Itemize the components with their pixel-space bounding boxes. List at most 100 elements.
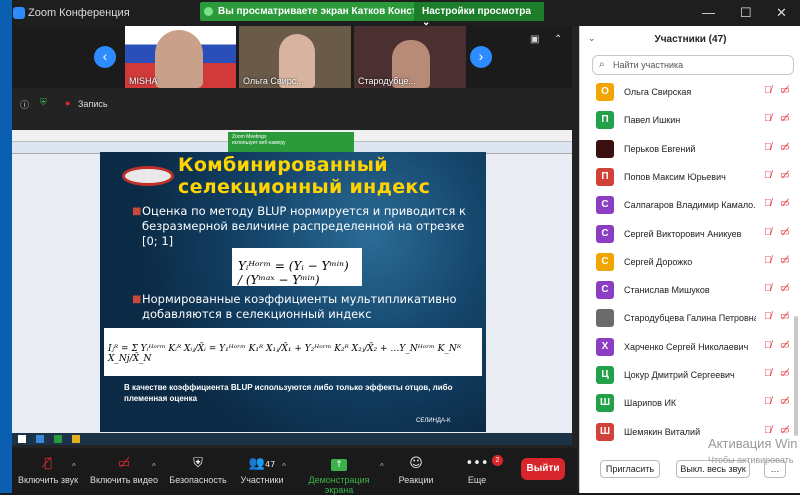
mic-muted-icon[interactable]: 🎙̸ (764, 198, 772, 209)
participant-search-input[interactable]: ⌕ Найти участника (592, 55, 794, 75)
search-placeholder: Найти участника (613, 60, 684, 70)
next-page-button[interactable]: › (470, 46, 492, 68)
participant-row[interactable]: С Сергей Викторович Аникуев 🎙̸ ▭̸ (596, 224, 796, 246)
slide-footer: СЕЛИНДА-К (416, 418, 451, 424)
scrollbar[interactable] (794, 316, 798, 436)
video-off-icon[interactable]: ▭̸ (780, 283, 789, 294)
video-off-icon[interactable]: ▭̸ (780, 368, 789, 379)
shield-icon: ⛨ (193, 456, 203, 471)
video-off-icon[interactable]: ▭̸ (780, 425, 789, 436)
participant-row[interactable]: Перьков Евгений 🎙̸ ▭̸ (596, 139, 796, 161)
invite-button[interactable]: Пригласить (600, 460, 660, 478)
participants-button[interactable]: 👥47 Участники (236, 456, 288, 485)
mic-muted-icon[interactable]: 🎙̸ (764, 396, 772, 407)
avatar: Ц (596, 366, 614, 384)
participant-name: Салпагаров Владимир Камало... (624, 200, 756, 211)
share-caret[interactable]: ^ (380, 462, 384, 471)
participant-row[interactable]: Ш Шарипов ИК 🎙̸ ▭̸ (596, 393, 796, 415)
avatar: С (596, 196, 614, 215)
mic-muted-icon[interactable]: 🎙̸ (764, 142, 772, 153)
participant-row[interactable]: С Станислав Мишуков 🎙̸ ▭̸ (596, 280, 796, 302)
maximize-button[interactable]: ☐ (740, 5, 752, 21)
participant-name: Стародубцева Галина Петровна (624, 313, 756, 324)
avatar: С (596, 252, 614, 271)
participant-row[interactable]: Х Харченко Сергей Николаевич 🎙̸ ▭̸ (596, 337, 796, 359)
video-off-icon[interactable]: ▭̸ (780, 113, 789, 124)
video-options-caret[interactable]: ^ (152, 462, 156, 471)
participant-name: Перьков Евгений (624, 143, 696, 154)
share-screen-button[interactable]: ↑ Демонстрация экрана (294, 456, 384, 495)
start-video-button[interactable]: ▭̸ Включить видео (88, 456, 160, 485)
chrome-icon (72, 435, 80, 443)
slide-bullet-1: ■ Оценка по методу BLUP нормируется и при… (132, 204, 466, 248)
minimize-button[interactable]: — (702, 5, 715, 20)
avatar: Ш (596, 422, 614, 441)
mic-muted-icon[interactable]: 🎙̸ (764, 227, 772, 238)
excel-icon (54, 435, 62, 443)
video-tile-starodub[interactable]: Стародубце... (354, 26, 466, 88)
more-button[interactable]: ••• Еще (460, 456, 494, 485)
video-off-icon[interactable]: ▭̸ (780, 170, 789, 181)
popup-line2: использует веб-камеру (232, 140, 286, 146)
avatar: О (596, 83, 614, 101)
participant-name: Харченко Сергей Николаевич (624, 341, 749, 352)
view-options-button[interactable]: Настройки просмотра ⌄ (414, 2, 544, 28)
collapse-icon[interactable]: ⌃ (554, 34, 562, 45)
prev-page-button[interactable]: ‹ (94, 46, 116, 68)
participant-name: Цокур Дмитрий Сергеевич (624, 370, 735, 380)
participant-row[interactable]: Ц Цокур Дмитрий Сергеевич 🎙̸ ▭̸ (596, 365, 796, 387)
avatar: П (596, 111, 614, 130)
participants-count: 47 (265, 460, 276, 469)
participant-row[interactable]: П Попов Максим Юрьевич 🎙̸ ▭̸ (596, 167, 796, 189)
mic-muted-icon[interactable]: 🎙̸ (764, 340, 772, 351)
mic-muted-icon[interactable]: 🎙̸ (764, 368, 772, 379)
video-off-icon[interactable]: ▭̸ (780, 396, 789, 407)
mic-muted-icon[interactable]: 🎙̸ (764, 425, 772, 436)
reaction-icon: ☺ (409, 456, 423, 471)
mic-muted-icon[interactable]: 🎙̸ (764, 85, 772, 96)
video-off-icon[interactable]: ▭̸ (780, 255, 789, 266)
participant-row[interactable]: С Салпагаров Владимир Камало... 🎙̸ ▭̸ (596, 195, 796, 217)
reactions-button[interactable]: ☺ Реакции (394, 456, 438, 485)
participant-row[interactable]: П Павел Ишкин 🎙̸ ▭̸ (596, 110, 796, 132)
desktop-edge (0, 0, 12, 493)
video-off-icon[interactable]: ▭̸ (780, 85, 789, 96)
video-off-icon[interactable]: ▭̸ (780, 142, 789, 153)
participant-name: Павел Ишкин (624, 115, 681, 126)
video-off-icon[interactable]: ▭̸ (780, 340, 789, 351)
video-tile-name: MISHA (129, 76, 158, 86)
formula-index: Iⱼᴿ = Σ Yᵢᴴᵒʳᵐ Kᵢᴿ Xᵢⱼ/X̄ᵢ = Y₁ᴴᵒʳᵐ K₁ᴿ … (104, 328, 482, 376)
formula-norm: Yᵢᴴᵒʳᵐ = (Yᵢ − Yᵐⁱⁿ) / (Yᵐᵃˣ − Yᵐⁱⁿ) (232, 248, 362, 287)
more-label: Еще (467, 475, 487, 485)
shield-icon[interactable]: ⛨ (40, 97, 47, 115)
video-off-icon[interactable]: ▭̸ (780, 311, 789, 322)
security-button[interactable]: ⛨ Безопасность (166, 456, 230, 485)
video-tile-misha[interactable]: MISHA (125, 26, 236, 88)
record-icon: ● (65, 98, 71, 108)
avatar (596, 309, 614, 328)
mic-muted-icon[interactable]: 🎙̸ (764, 255, 772, 266)
participant-row[interactable]: О Ольга Свирская 🎙̸ ▭̸ (596, 82, 796, 104)
mic-muted-icon[interactable]: 🎙̸ (764, 311, 772, 322)
mic-muted-icon[interactable]: 🎙̸ (764, 113, 772, 124)
video-off-icon: ▭̸ (117, 456, 131, 471)
slide-note: В качестве коэффициента BLUP используютс… (124, 383, 453, 403)
participant-row[interactable]: Стародубцева Галина Петровна 🎙̸ ▭̸ (596, 308, 796, 330)
audio-options-caret[interactable]: ^ (72, 462, 76, 471)
leave-button[interactable]: Выйти (521, 458, 565, 480)
participants-caret[interactable]: ^ (282, 462, 286, 471)
mic-muted-icon[interactable]: 🎙̸ (764, 170, 772, 181)
close-button[interactable]: ✕ (776, 5, 787, 21)
video-off-icon[interactable]: ▭̸ (780, 198, 789, 209)
participant-row[interactable]: С Сергей Дорожко 🎙̸ ▭̸ (596, 252, 796, 274)
video-off-icon[interactable]: ▭̸ (780, 227, 789, 238)
video-tile-olga[interactable]: Ольга Свирс... (239, 26, 351, 88)
info-icon[interactable]: ⓘ (20, 98, 29, 116)
panel-title: Участники (47) (654, 34, 727, 45)
mic-muted-icon[interactable]: 🎙̸ (764, 283, 772, 294)
unmute-label: Включить звук (17, 475, 79, 485)
avatar: Х (596, 337, 614, 356)
search-icon: ⌕ (599, 59, 605, 70)
participant-name: Сергей Дорожко (624, 256, 693, 267)
layout-icon[interactable]: ▣ (530, 34, 539, 45)
